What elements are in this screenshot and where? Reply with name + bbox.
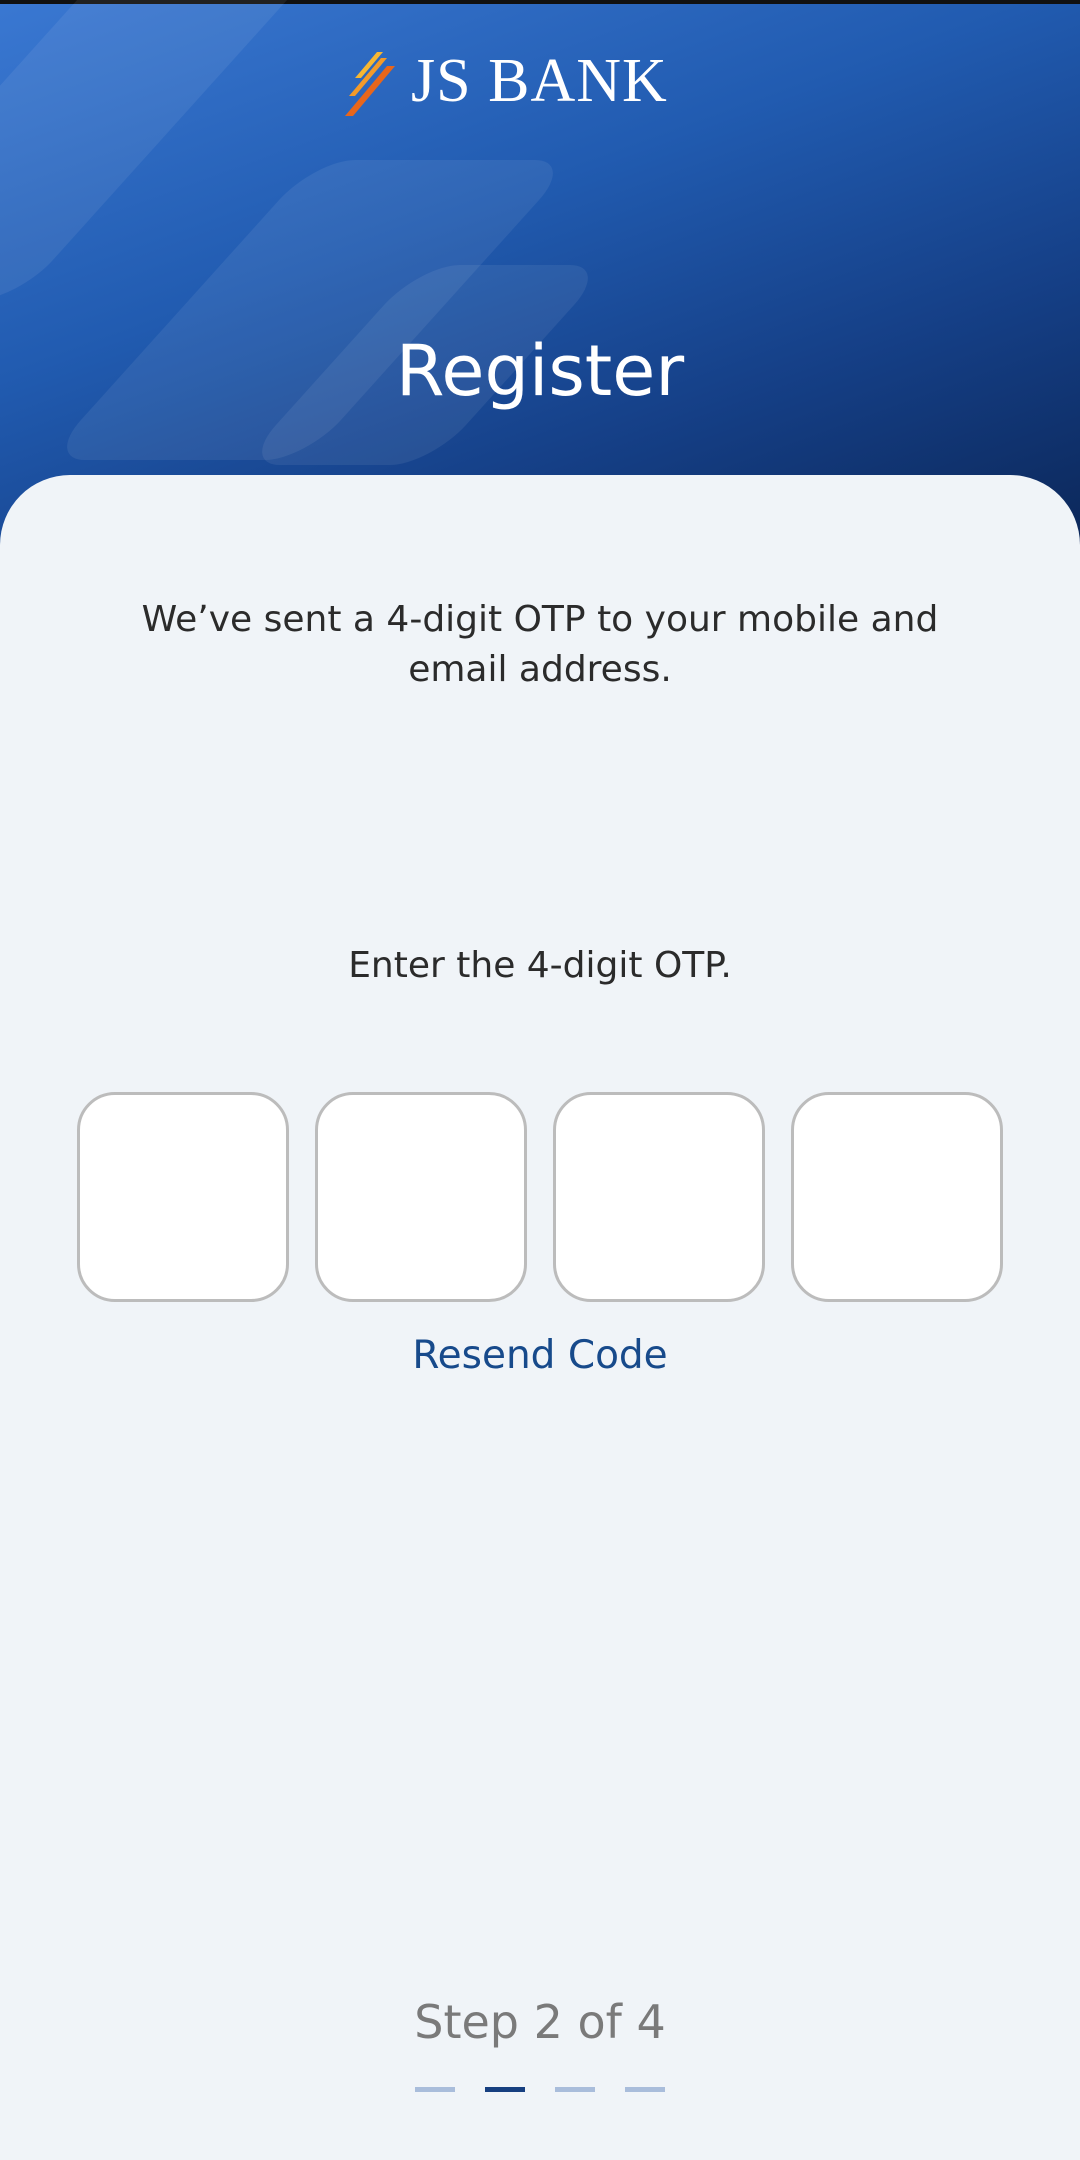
page-title: Register (395, 330, 685, 412)
otp-input-row (77, 1092, 1003, 1302)
js-bank-logo-mark-icon (345, 52, 395, 116)
otp-prompt: Enter the 4-digit OTP. (348, 945, 732, 986)
otp-digit-box-4 (791, 1092, 1003, 1302)
step-dot-2 (485, 2087, 525, 2092)
otp-digit-input-3[interactable] (556, 1095, 762, 1299)
step-dot-3 (555, 2087, 595, 2092)
otp-card: We’ve sent a 4-digit OTP to your mobile … (0, 475, 1080, 2160)
step-dot-1 (415, 2087, 455, 2092)
logo-text: JS BANK (411, 47, 668, 115)
resend-code-link[interactable]: Resend Code (0, 1333, 1080, 1378)
step-indicator-label: Step 2 of 4 (414, 1995, 666, 2049)
otp-info-text: We’ve sent a 4-digit OTP to your mobile … (141, 599, 939, 690)
step-progress-dots (0, 2087, 1080, 2093)
otp-digit-box-2 (315, 1092, 527, 1302)
otp-digit-input-4[interactable] (794, 1095, 1000, 1299)
otp-digit-box-1 (77, 1092, 289, 1302)
js-bank-logo: JS BANK (345, 44, 695, 118)
step-dot-4 (625, 2087, 665, 2092)
otp-digit-box-3 (553, 1092, 765, 1302)
otp-digit-input-2[interactable] (318, 1095, 524, 1299)
otp-digit-input-1[interactable] (80, 1095, 286, 1299)
